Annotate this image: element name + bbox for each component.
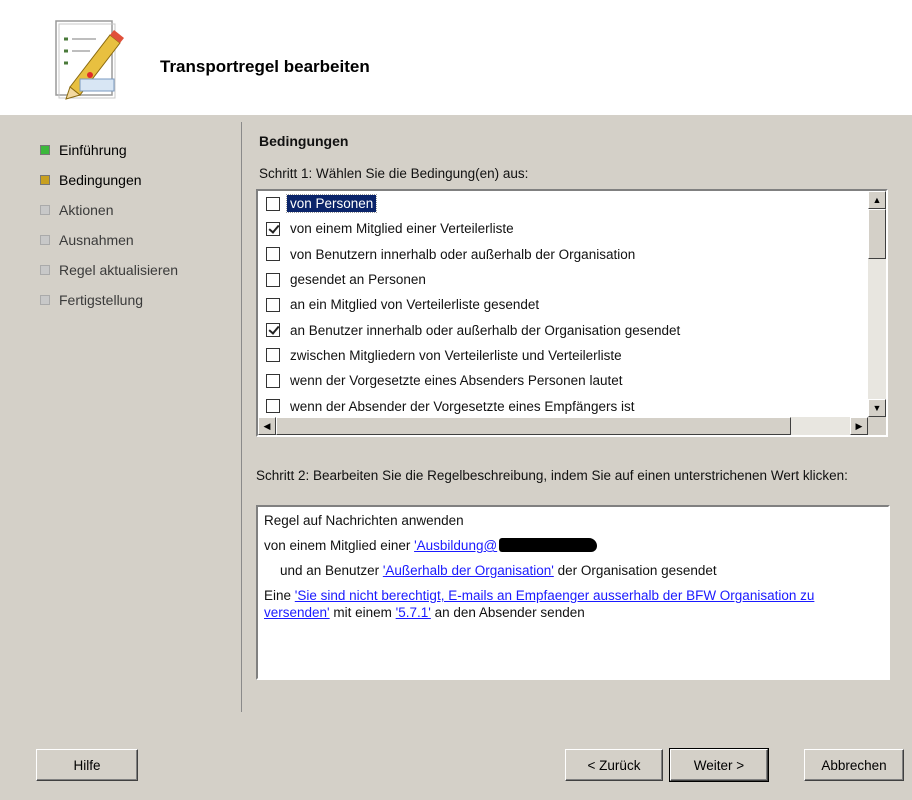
condition-label[interactable]: an Benutzer innerhalb oder außerhalb der… (287, 322, 683, 339)
wizard-header: Transportregel bearbeiten (0, 0, 912, 115)
condition-checkbox[interactable] (266, 297, 280, 312)
scope-link[interactable]: 'Außerhalb der Organisation' (383, 563, 554, 578)
step-status-icon (40, 295, 50, 305)
edit-document-icon (55, 20, 124, 100)
scrollbar-corner (868, 417, 886, 435)
condition-checkbox[interactable] (266, 221, 280, 236)
desc-text: der Organisation gesendet (553, 563, 717, 578)
condition-label[interactable]: wenn der Vorgesetzte eines Absenders Per… (287, 372, 625, 389)
nav-step-label: Ausnahmen (59, 232, 134, 248)
wizard-steps-nav: Einführung Bedingungen Aktionen Ausnahme… (40, 135, 230, 315)
help-button[interactable]: Hilfe (36, 749, 138, 781)
condition-row[interactable]: gesendet an Personen (258, 267, 868, 292)
nav-step-label: Regel aktualisieren (59, 262, 179, 278)
nav-step-label: Einführung (59, 142, 127, 158)
section-heading: Bedingungen (259, 133, 349, 149)
vertical-scrollbar[interactable]: ▲ ▼ (868, 191, 886, 417)
condition-checkbox[interactable] (266, 272, 280, 287)
nav-step-label: Aktionen (59, 202, 114, 218)
nav-step-ausnahmen: Ausnahmen (40, 225, 230, 255)
condition-checkbox[interactable] (266, 399, 280, 414)
conditions-list: von Personen von einem Mitglied einer Ve… (258, 191, 868, 417)
desc-line-3: und an Benutzer 'Außerhalb der Organisat… (264, 562, 882, 579)
condition-label[interactable]: von einem Mitglied einer Verteilerliste (287, 220, 517, 237)
desc-line-2: von einem Mitglied einer 'Ausbildung@ (264, 537, 882, 554)
condition-checkbox[interactable] (266, 323, 280, 338)
next-button[interactable]: Weiter > (669, 748, 769, 782)
nav-divider (241, 122, 242, 712)
condition-label[interactable]: von Benutzern innerhalb oder außerhalb d… (287, 246, 638, 263)
desc-text: Eine (264, 588, 295, 603)
desc-line-4: Eine 'Sie sind nicht berechtigt, E-mails… (264, 587, 882, 621)
nav-step-aktionen: Aktionen (40, 195, 230, 225)
condition-row[interactable]: zwischen Mitgliedern von Verteilerliste … (258, 343, 868, 368)
condition-row[interactable]: von einem Mitglied einer Verteilerliste (258, 216, 868, 241)
nav-step-fertigstellung: Fertigstellung (40, 285, 230, 315)
condition-label[interactable]: wenn der Absender der Vorgesetzte eines … (287, 398, 637, 415)
condition-row[interactable]: wenn der Vorgesetzte eines Absenders Per… (258, 368, 868, 393)
vertical-scroll-thumb[interactable] (868, 209, 886, 259)
desc-text: mit einem (329, 605, 396, 620)
horizontal-scrollbar[interactable]: ◀ ▶ (258, 417, 868, 435)
condition-row[interactable]: an Benutzer innerhalb oder außerhalb der… (258, 317, 868, 342)
desc-text: an den Absender senden (430, 605, 585, 620)
condition-row[interactable]: an ein Mitglied von Verteilerliste gesen… (258, 292, 868, 317)
condition-row[interactable]: von Benutzern innerhalb oder außerhalb d… (258, 242, 868, 267)
desc-text: und an Benutzer (280, 563, 383, 578)
desc-line-1: Regel auf Nachrichten anwenden (264, 513, 464, 528)
step1-label: Schritt 1: Wählen Sie die Bedingung(en) … (259, 166, 529, 181)
scroll-left-icon[interactable]: ◀ (258, 417, 276, 435)
step-status-icon (40, 235, 50, 245)
condition-checkbox[interactable] (266, 348, 280, 363)
condition-row[interactable]: von Personen (258, 191, 868, 216)
scroll-right-icon[interactable]: ▶ (850, 417, 868, 435)
nav-step-label: Fertigstellung (59, 292, 144, 308)
condition-label[interactable]: von Personen (285, 194, 378, 214)
step-status-icon (40, 175, 50, 185)
nav-step-bedingungen: Bedingungen (40, 165, 230, 195)
step-status-icon (40, 205, 50, 215)
condition-row[interactable]: wenn der Absender der Vorgesetzte eines … (258, 393, 868, 417)
wizard-title: Transportregel bearbeiten (160, 57, 370, 76)
step-status-icon (40, 145, 50, 155)
scroll-up-icon[interactable]: ▲ (868, 191, 886, 209)
desc-text: von einem Mitglied einer (264, 538, 415, 553)
condition-label[interactable]: zwischen Mitgliedern von Verteilerliste … (287, 347, 625, 364)
condition-checkbox[interactable] (266, 373, 280, 388)
back-button[interactable]: < Zurück (565, 749, 663, 781)
nav-step-regel-aktualisieren: Regel aktualisieren (40, 255, 230, 285)
rule-description-box: Regel auf Nachrichten anwenden von einem… (256, 505, 890, 680)
transport-rule-wizard: Transportregel bearbeiten Einführung Bed… (0, 0, 912, 800)
condition-checkbox[interactable] (266, 247, 280, 262)
nav-step-einfuehrung: Einführung (40, 135, 230, 165)
step-status-icon (40, 265, 50, 275)
distribution-list-link[interactable]: 'Ausbildung@ (414, 538, 497, 553)
cancel-button[interactable]: Abbrechen (804, 749, 904, 781)
status-code-link[interactable]: '5.7.1' (396, 605, 431, 620)
redacted-text (499, 538, 598, 552)
step2-label: Schritt 2: Bearbeiten Sie die Regelbesch… (256, 468, 848, 483)
conditions-listbox[interactable]: von Personen von einem Mitglied einer Ve… (256, 189, 888, 437)
condition-label[interactable]: an ein Mitglied von Verteilerliste gesen… (287, 296, 542, 313)
scroll-down-icon[interactable]: ▼ (868, 399, 886, 417)
condition-label[interactable]: gesendet an Personen (287, 271, 429, 288)
nav-step-label: Bedingungen (59, 172, 142, 188)
horizontal-scroll-thumb[interactable] (276, 417, 791, 435)
condition-checkbox[interactable] (266, 196, 280, 211)
